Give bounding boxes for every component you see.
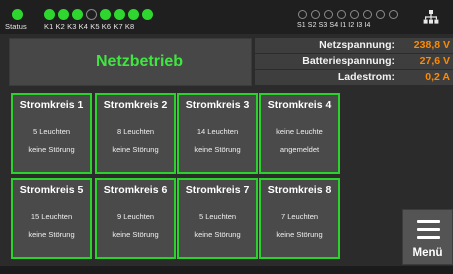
circuit-title: Stromkreis 3	[185, 99, 250, 111]
input-led-s3	[324, 10, 333, 19]
relay-led-k5	[100, 9, 111, 20]
charge-current-value: 0,2 A	[425, 71, 450, 83]
circuit-tile-6[interactable]: Stromkreis 6 9 Leuchten keine Störung	[95, 178, 176, 259]
circuit-tile-7[interactable]: Stromkreis 7 5 Leuchten keine Störung	[177, 178, 258, 259]
circuit-tile-4[interactable]: Stromkreis 4 keine Leuchte angemeldet	[259, 93, 340, 174]
circuit-tile-3[interactable]: Stromkreis 3 14 Leuchten keine Störung	[177, 93, 258, 174]
operating-mode-text: Netzbetrieb	[95, 53, 184, 70]
top-status-bar: Status K1 K2 K3 K4 K5 K6 K7 K8 S1 S2 S3 …	[0, 0, 453, 34]
circuit-luminaire-count: 9 Leuchten	[116, 212, 155, 221]
circuit-title: Stromkreis 6	[103, 184, 168, 196]
circuit-title: Stromkreis 1	[19, 99, 84, 111]
circuit-fault-status: keine Störung	[112, 145, 159, 154]
relay-led-k2	[58, 9, 69, 20]
circuit-luminaire-count: 14 Leuchten	[196, 127, 239, 136]
circuit-title: Stromkreis 2	[103, 99, 168, 111]
relay-labels: K1 K2 K3 K4 K5 K6 K7 K8	[44, 22, 135, 31]
circuit-fault-status: keine Störung	[194, 145, 241, 154]
relay-led-k6	[114, 9, 125, 20]
reading-row-battery-voltage: Batteriespannung: 27,6 V	[255, 54, 453, 69]
circuit-tile-2[interactable]: Stromkreis 2 8 Leuchten keine Störung	[95, 93, 176, 174]
mains-voltage-label: Netzspannung:	[319, 39, 395, 51]
battery-voltage-label: Batteriespannung:	[302, 55, 395, 67]
circuit-luminaire-count: keine Leuchte	[276, 127, 323, 136]
operating-mode-panel: Netzbetrieb	[9, 38, 252, 86]
input-led-i1	[350, 10, 359, 19]
circuit-luminaire-count: 15 Leuchten	[30, 212, 73, 221]
circuit-title: Stromkreis 5	[19, 184, 84, 196]
input-led-i2	[363, 10, 372, 19]
relay-led-k7	[128, 9, 139, 20]
input-labels: S1 S2 S3 S4 I1 I2 I3 I4	[297, 22, 371, 29]
circuit-title: Stromkreis 7	[185, 184, 250, 196]
readings-panel: Netzspannung: 238,8 V Batteriespannung: …	[255, 38, 453, 86]
input-led-s4	[337, 10, 346, 19]
mains-voltage-value: 238,8 V	[413, 39, 450, 51]
circuit-fault-status: keine Störung	[28, 145, 75, 154]
menu-button[interactable]: Menü	[402, 209, 453, 265]
input-led-s1	[298, 10, 307, 19]
input-led-s2	[311, 10, 320, 19]
circuit-luminaire-count: 8 Leuchten	[116, 127, 155, 136]
circuit-luminaire-count: 7 Leuchten	[280, 212, 319, 221]
status-label: Status	[5, 22, 27, 31]
input-led-i3	[376, 10, 385, 19]
circuit-fault-status: keine Störung	[28, 230, 75, 239]
relay-led-k1	[44, 9, 55, 20]
network-icon[interactable]	[423, 10, 439, 24]
status-led	[12, 9, 23, 20]
relay-led-k8	[142, 9, 153, 20]
bottom-bar	[0, 266, 453, 274]
circuit-title: Stromkreis 8	[267, 184, 332, 196]
reading-row-mains-voltage: Netzspannung: 238,8 V	[255, 38, 453, 53]
relay-led-k4	[86, 9, 97, 20]
circuit-fault-status: angemeldet	[279, 145, 320, 154]
circuit-tile-8[interactable]: Stromkreis 8 7 Leuchten keine Störung	[259, 178, 340, 259]
circuit-fault-status: keine Störung	[112, 230, 159, 239]
circuit-tile-5[interactable]: Stromkreis 5 15 Leuchten keine Störung	[11, 178, 92, 259]
relay-led-k3	[72, 9, 83, 20]
circuit-fault-status: keine Störung	[194, 230, 241, 239]
input-led-i4	[389, 10, 398, 19]
battery-voltage-value: 27,6 V	[419, 55, 450, 67]
charge-current-label: Ladestrom:	[337, 71, 395, 83]
circuit-fault-status: keine Störung	[276, 230, 323, 239]
circuit-title: Stromkreis 4	[267, 99, 332, 111]
circuit-tile-1[interactable]: Stromkreis 1 5 Leuchten keine Störung	[11, 93, 92, 174]
menu-label: Menü	[412, 247, 443, 259]
circuit-luminaire-count: 5 Leuchten	[198, 212, 237, 221]
circuit-luminaire-count: 5 Leuchten	[32, 127, 71, 136]
reading-row-charge-current: Ladestrom: 0,2 A	[255, 70, 453, 85]
